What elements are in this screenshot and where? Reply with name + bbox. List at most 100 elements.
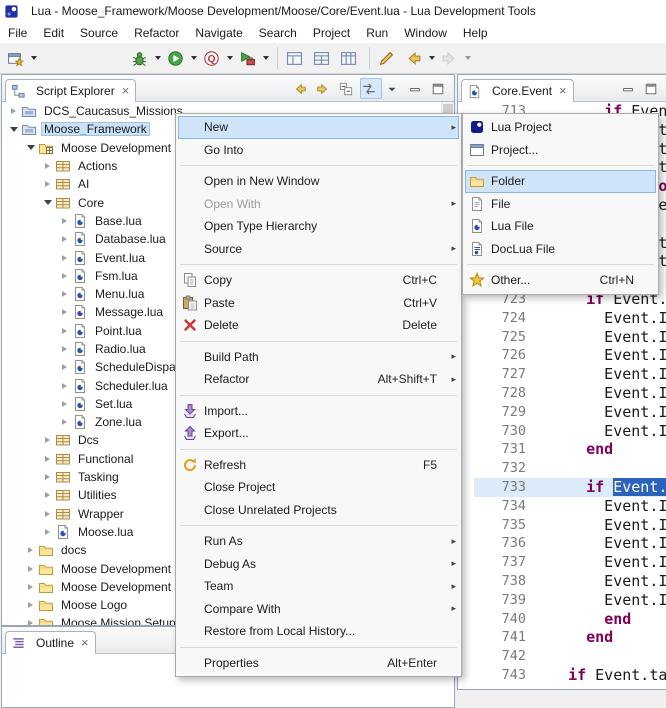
- twisty-expanded-icon[interactable]: [40, 200, 55, 205]
- twisty-expanded-icon[interactable]: [23, 145, 38, 150]
- toolbar-view-2-button[interactable]: [310, 46, 337, 70]
- menu-navigate[interactable]: Navigate: [187, 23, 250, 43]
- external-tools-button[interactable]: [236, 46, 272, 70]
- forward-button[interactable]: [438, 46, 474, 70]
- maximize-button[interactable]: [429, 78, 451, 99]
- menu-item-team[interactable]: Team▸: [178, 575, 459, 598]
- submenu-item-project[interactable]: Project...: [465, 139, 656, 162]
- back-history-button[interactable]: [291, 78, 313, 99]
- dropdown-arrow-icon[interactable]: [155, 56, 161, 60]
- code-text[interactable]: Event.IniGroup = GROUP:FindByName( Event…: [538, 534, 666, 553]
- twisty-collapsed-icon[interactable]: [40, 456, 55, 462]
- twisty-collapsed-icon[interactable]: [40, 474, 55, 480]
- menu-item-open-type-hierarchy[interactable]: Open Type Hierarchy: [178, 215, 459, 238]
- twisty-collapsed-icon[interactable]: [23, 602, 38, 608]
- submenu-item-doclua-file[interactable]: DocLua File: [465, 238, 656, 261]
- menu-help[interactable]: Help: [455, 23, 496, 43]
- forward-history-button[interactable]: [314, 78, 336, 99]
- tab-script-explorer[interactable]: Script Explorer ×: [5, 79, 136, 102]
- twisty-collapsed-icon[interactable]: [40, 492, 55, 498]
- run-button[interactable]: [164, 46, 200, 70]
- twisty-collapsed-icon[interactable]: [57, 383, 72, 389]
- code-text[interactable]: end: [538, 628, 666, 647]
- menu-project[interactable]: Project: [305, 23, 358, 43]
- menu-source[interactable]: Source: [72, 23, 126, 43]
- menu-item-import[interactable]: Import...: [178, 400, 459, 423]
- menu-item-build-path[interactable]: Build Path▸: [178, 346, 459, 369]
- dropdown-arrow-icon[interactable]: [227, 56, 233, 60]
- code-text[interactable]: end: [538, 610, 666, 629]
- menu-search[interactable]: Search: [251, 23, 305, 43]
- code-text[interactable]: if Event.target then: [538, 666, 666, 685]
- twisty-collapsed-icon[interactable]: [40, 511, 55, 517]
- dropdown-arrow-icon[interactable]: [263, 56, 269, 60]
- menu-item-restore-from-local-history[interactable]: Restore from Local History...: [178, 620, 459, 643]
- twisty-collapsed-icon[interactable]: [57, 328, 72, 334]
- twisty-collapsed-icon[interactable]: [57, 401, 72, 407]
- submenu-item-other[interactable]: Other...Ctrl+N: [465, 269, 656, 292]
- dropdown-arrow-icon[interactable]: [191, 56, 197, 60]
- menu-item-new[interactable]: New▸: [178, 116, 459, 139]
- code-text[interactable]: [538, 459, 666, 478]
- maximize-button[interactable]: [642, 78, 664, 99]
- link-with-editor-button[interactable]: [360, 78, 382, 99]
- twisty-collapsed-icon[interactable]: [40, 163, 55, 169]
- submenu-item-lua-file[interactable]: Lua File: [465, 215, 656, 238]
- toolbar-view-1-button[interactable]: [283, 46, 310, 70]
- menu-item-export[interactable]: Export...: [178, 422, 459, 445]
- code-text[interactable]: Event.IniDCSUnitName = Event.IniDCSUnit:…: [538, 309, 666, 328]
- twisty-collapsed-icon[interactable]: [57, 255, 72, 261]
- menu-item-close-unrelated-projects[interactable]: Close Unrelated Projects: [178, 499, 459, 522]
- menu-item-go-into[interactable]: Go Into: [178, 139, 459, 162]
- code-text[interactable]: Event.IniCategory = Event.IniDCSUnit:get…: [538, 572, 666, 591]
- code-text[interactable]: Event.IniDCSGroupName = Event.IniDCSGrou…: [538, 497, 666, 516]
- close-icon[interactable]: ×: [81, 638, 89, 648]
- code-text[interactable]: end: [538, 440, 666, 459]
- submenu-item-file[interactable]: File: [465, 193, 656, 216]
- code-text[interactable]: [538, 647, 666, 666]
- coverage-button[interactable]: Q: [200, 46, 236, 70]
- menu-item-open-with[interactable]: Open With▸: [178, 193, 459, 216]
- menu-item-run-as[interactable]: Run As▸: [178, 530, 459, 553]
- code-text[interactable]: Event.IniGroup = GROUP:FindByName( Event…: [538, 422, 666, 441]
- code-text[interactable]: Event.IniGroupName = Event.IniDCSGroupNa…: [538, 516, 666, 535]
- toolbar-view-3-button[interactable]: [337, 46, 364, 70]
- twisty-collapsed-icon[interactable]: [57, 291, 72, 297]
- twisty-collapsed-icon[interactable]: [57, 364, 72, 370]
- code-text[interactable]: Event.IniGroupName = Event.IniDCSGroupNa…: [538, 403, 666, 422]
- back-button[interactable]: [402, 46, 438, 70]
- menu-item-refresh[interactable]: RefreshF5: [178, 454, 459, 477]
- code-text[interactable]: if Event.IniDCSGroup and Event.IniDCSGro…: [538, 478, 666, 497]
- twisty-collapsed-icon[interactable]: [6, 108, 21, 114]
- menu-item-copy[interactable]: CopyCtrl+C: [178, 269, 459, 292]
- menu-run[interactable]: Run: [358, 23, 396, 43]
- menu-item-delete[interactable]: DeleteDelete: [178, 314, 459, 337]
- code-text[interactable]: Event.IniDCSGroup = Event.IniDCSUnit:get…: [538, 365, 666, 384]
- code-text[interactable]: Event.IniUnitName = Event.IniDCSUnitName: [538, 328, 666, 347]
- menu-item-refactor[interactable]: RefactorAlt+Shift+T▸: [178, 368, 459, 391]
- code-text[interactable]: Event.IniCoalition = Event.IniDCSUnit:ge…: [538, 553, 666, 572]
- twisty-collapsed-icon[interactable]: [23, 584, 38, 590]
- last-edit-location-button[interactable]: [375, 46, 402, 70]
- dropdown-arrow-icon[interactable]: [31, 56, 37, 60]
- menu-item-compare-with[interactable]: Compare With▸: [178, 598, 459, 621]
- collapse-all-button[interactable]: [337, 78, 359, 99]
- twisty-collapsed-icon[interactable]: [40, 437, 55, 443]
- twisty-collapsed-icon[interactable]: [40, 529, 55, 535]
- twisty-collapsed-icon[interactable]: [57, 309, 72, 315]
- code-text[interactable]: Event.IniDCSGroupName = Event.IniDCSGrou…: [538, 384, 666, 403]
- tab-outline[interactable]: Outline ×: [5, 631, 96, 654]
- menu-refactor[interactable]: Refactor: [126, 23, 187, 43]
- minimize-button[interactable]: [619, 78, 641, 99]
- submenu-item-folder[interactable]: Folder: [465, 170, 656, 193]
- new-button[interactable]: [4, 46, 40, 70]
- menu-item-open-in-new-window[interactable]: Open in New Window: [178, 170, 459, 193]
- minimize-button[interactable]: [406, 78, 428, 99]
- twisty-collapsed-icon[interactable]: [57, 346, 72, 352]
- tab-core-event[interactable]: Core.Event ×: [461, 79, 574, 102]
- code-text[interactable]: Event.IniUnit = UNIT:FindByName( Event.I…: [538, 346, 666, 365]
- twisty-collapsed-icon[interactable]: [23, 566, 38, 572]
- twisty-collapsed-icon[interactable]: [23, 547, 38, 553]
- menu-item-source[interactable]: Source▸: [178, 238, 459, 261]
- dropdown-arrow-icon[interactable]: [465, 56, 471, 60]
